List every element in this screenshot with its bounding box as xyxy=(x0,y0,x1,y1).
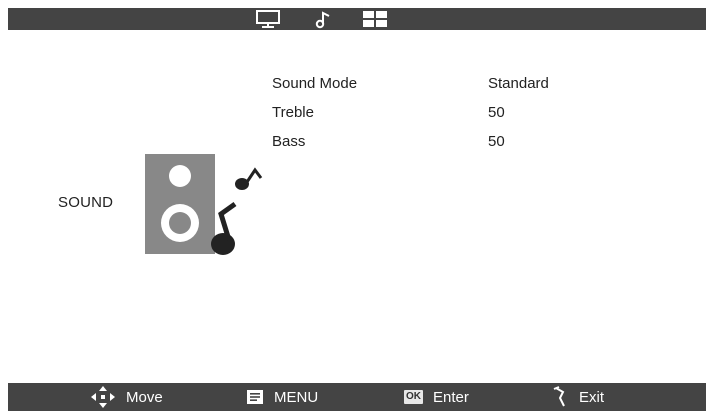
menu-row-sound-mode[interactable]: Sound Mode Standard xyxy=(272,75,602,104)
ok-key-icon: OK xyxy=(404,390,423,404)
section-label: SOUND xyxy=(58,194,114,211)
four-way-arrows-icon xyxy=(91,386,115,408)
hint-enter-label: Enter xyxy=(433,388,469,406)
options-grid-icon xyxy=(363,11,387,27)
sound-menu: Sound Mode Standard Treble 50 Bass 50 xyxy=(272,75,602,162)
hint-enter: OK Enter xyxy=(404,383,469,411)
hint-menu-label: MENU xyxy=(274,388,319,406)
hint-exit: Exit xyxy=(551,383,604,411)
tab-picture[interactable] xyxy=(254,8,282,30)
tab-sound[interactable] xyxy=(312,8,334,30)
hint-exit-label: Exit xyxy=(579,388,605,406)
tab-options[interactable] xyxy=(360,8,390,30)
speaker-with-music-notes-icon xyxy=(145,154,263,255)
top-tab-bar xyxy=(8,8,706,30)
hint-menu: MENU xyxy=(246,383,318,411)
music-note-icon xyxy=(315,11,330,29)
menu-item-label: Treble xyxy=(272,104,314,121)
menu-item-value: Standard xyxy=(488,75,549,92)
hint-move: Move xyxy=(90,383,163,411)
menu-row-treble[interactable]: Treble 50 xyxy=(272,104,602,133)
monitor-icon xyxy=(256,10,280,28)
menu-row-bass[interactable]: Bass 50 xyxy=(272,133,602,162)
tv-osd-window: SOUND Sound Mode Standard Treble 50 Bass… xyxy=(8,8,706,411)
menu-item-label: Bass xyxy=(272,133,306,150)
menu-item-value: 50 xyxy=(488,133,505,150)
exit-return-icon xyxy=(553,386,565,407)
menu-key-icon xyxy=(247,390,263,404)
help-bar: Move MENU OK Enter Exit xyxy=(8,383,706,411)
menu-item-label: Sound Mode xyxy=(272,75,358,92)
menu-item-value: 50 xyxy=(488,104,505,121)
hint-move-label: Move xyxy=(126,388,163,406)
